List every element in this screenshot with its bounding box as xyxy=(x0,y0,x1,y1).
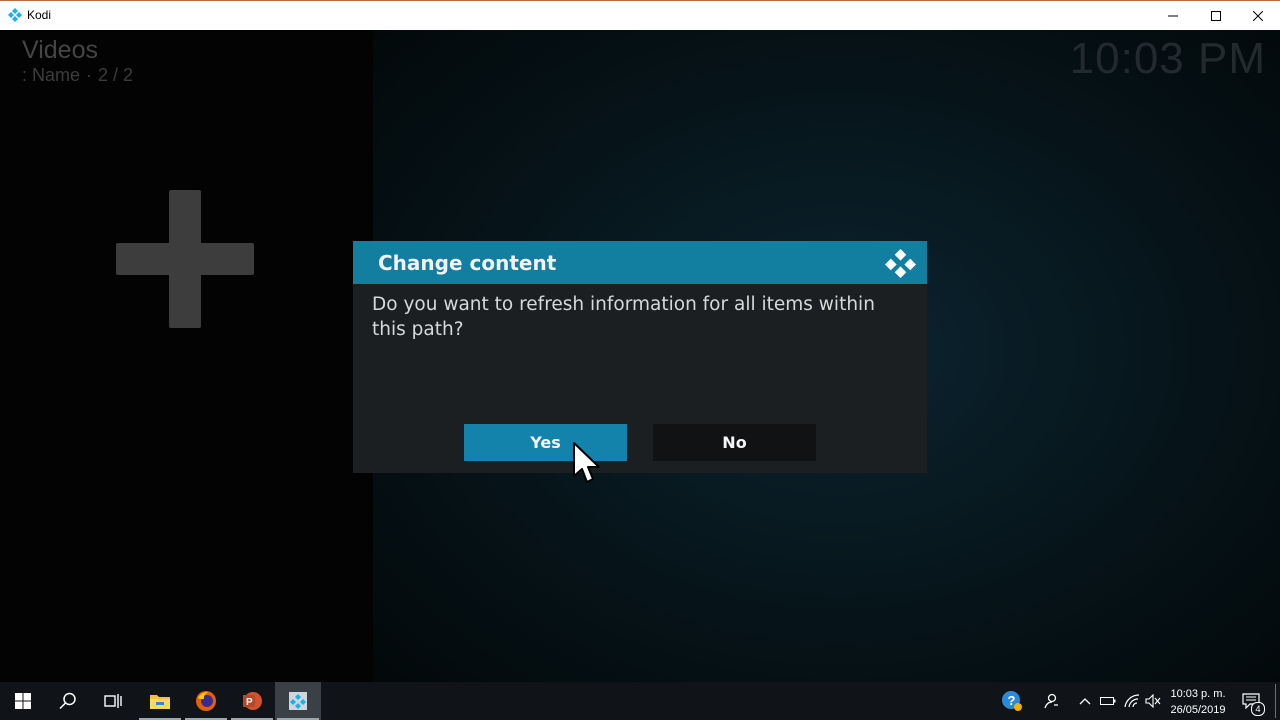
battery-icon xyxy=(1100,697,1116,705)
window-title: Kodi xyxy=(27,8,52,22)
kodi-taskbar-button[interactable] xyxy=(275,682,321,720)
kodi-logo-icon xyxy=(885,248,916,278)
separator: · xyxy=(86,65,93,85)
item-count: 2 / 2 xyxy=(98,65,134,85)
powerpoint-button[interactable]: P xyxy=(229,682,275,720)
windows-start-icon xyxy=(15,693,31,709)
mouse-cursor-icon xyxy=(573,442,600,483)
dialog-header: Change content xyxy=(353,241,927,284)
minimize-icon xyxy=(1168,15,1178,16)
network-tray-button[interactable] xyxy=(1122,682,1142,720)
sort-info: : Name · 2 / 2 xyxy=(22,65,133,86)
help-tray-button[interactable]: ? xyxy=(999,682,1025,720)
volume-tray-button[interactable] xyxy=(1143,682,1163,720)
close-button[interactable] xyxy=(1235,1,1280,30)
sort-label: : Name xyxy=(22,65,81,85)
people-tray-button[interactable] xyxy=(1040,682,1062,720)
task-view-button[interactable] xyxy=(90,682,136,720)
firefox-button[interactable] xyxy=(183,682,229,720)
notification-count-badge: 4 xyxy=(1251,702,1265,716)
tray-clock[interactable]: 10:03 p. m. 26/05/2019 xyxy=(1166,686,1230,718)
file-explorer-button[interactable] xyxy=(137,682,183,720)
yes-button[interactable]: Yes xyxy=(464,424,627,461)
taskbar-edge xyxy=(1275,684,1276,718)
start-button[interactable] xyxy=(0,682,46,720)
svg-text:P: P xyxy=(246,697,253,708)
chevron-up-icon xyxy=(1079,698,1091,705)
no-button[interactable]: No xyxy=(653,424,816,461)
search-button[interactable] xyxy=(45,682,91,720)
firefox-icon xyxy=(196,691,216,711)
volume-muted-icon xyxy=(1145,694,1161,708)
battery-tray-button[interactable] xyxy=(1098,682,1118,720)
file-explorer-icon xyxy=(150,695,170,709)
clock: 10:03 PM xyxy=(1069,34,1266,83)
help-icon: ? xyxy=(1002,691,1022,711)
tray-time: 10:03 p. m. xyxy=(1170,688,1226,700)
left-panel xyxy=(0,30,373,682)
powerpoint-icon: P xyxy=(243,692,262,710)
task-view-icon xyxy=(104,694,122,708)
plus-icon[interactable] xyxy=(116,190,254,328)
maximize-icon xyxy=(1211,10,1221,21)
wifi-icon xyxy=(1124,694,1140,708)
kodi-icon xyxy=(289,692,307,710)
page-title: Videos xyxy=(22,36,98,64)
people-icon xyxy=(1044,693,1058,709)
window-title-bar: Kodi xyxy=(0,0,1280,30)
kodi-app-icon xyxy=(8,8,22,22)
close-icon xyxy=(1253,10,1263,21)
dialog-title: Change content xyxy=(378,251,557,275)
show-hidden-icons-button[interactable] xyxy=(1076,682,1094,720)
search-icon xyxy=(59,692,76,710)
maximize-button[interactable] xyxy=(1193,1,1239,30)
change-content-dialog: Change content Do you want to refresh in… xyxy=(353,241,927,473)
taskbar: P ? 10:03 p. m. 26/05/2019 xyxy=(0,682,1280,720)
minimize-button[interactable] xyxy=(1150,1,1196,30)
tray-date: 26/05/2019 xyxy=(1170,704,1226,716)
dialog-message: Do you want to refresh information for a… xyxy=(372,294,875,340)
